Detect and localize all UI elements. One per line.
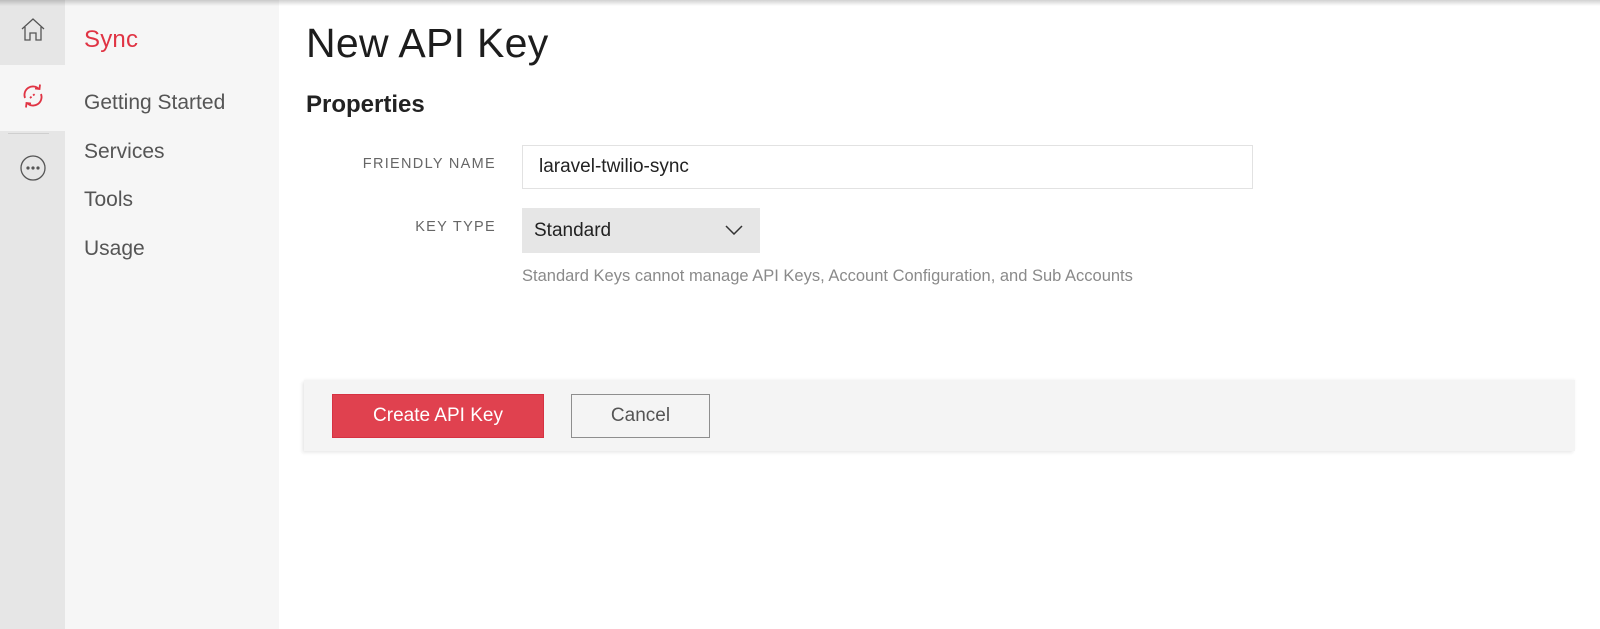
friendly-name-label: FRIENDLY NAME	[362, 156, 496, 172]
sync-icon	[18, 81, 48, 116]
rail-item-home[interactable]	[0, 0, 65, 65]
chevron-down-icon	[725, 222, 743, 240]
main-content: New API Key Properties FRIENDLY NAME KEY…	[279, 0, 1600, 629]
nav-title[interactable]: Sync	[84, 26, 138, 54]
key-type-selected-value: Standard	[534, 219, 612, 241]
nav-item-tools[interactable]: Tools	[84, 185, 225, 234]
key-type-help-text: Standard Keys cannot manage API Keys, Ac…	[522, 267, 1133, 285]
rail-item-more[interactable]	[0, 138, 65, 203]
key-type-label: KEY TYPE	[415, 219, 496, 235]
more-icon	[19, 154, 47, 187]
home-icon	[19, 16, 47, 49]
section-title: Properties	[306, 91, 425, 118]
rail-divider	[8, 133, 49, 134]
product-nav: Sync Getting Started Services Tools Usag…	[65, 0, 279, 629]
cancel-button[interactable]: Cancel	[571, 394, 710, 438]
nav-list: Getting Started Services Tools Usage	[84, 88, 225, 282]
form-actions-bar: Create API Key Cancel	[304, 380, 1575, 451]
nav-item-getting-started[interactable]: Getting Started	[84, 88, 225, 137]
friendly-name-input[interactable]	[522, 145, 1253, 189]
nav-item-services[interactable]: Services	[84, 137, 225, 186]
page-title: New API Key	[306, 20, 549, 66]
key-type-select[interactable]: Standard	[522, 208, 760, 253]
icon-rail	[0, 0, 65, 629]
create-api-key-button[interactable]: Create API Key	[332, 394, 544, 438]
rail-item-sync[interactable]	[0, 65, 65, 131]
nav-item-usage[interactable]: Usage	[84, 234, 225, 283]
